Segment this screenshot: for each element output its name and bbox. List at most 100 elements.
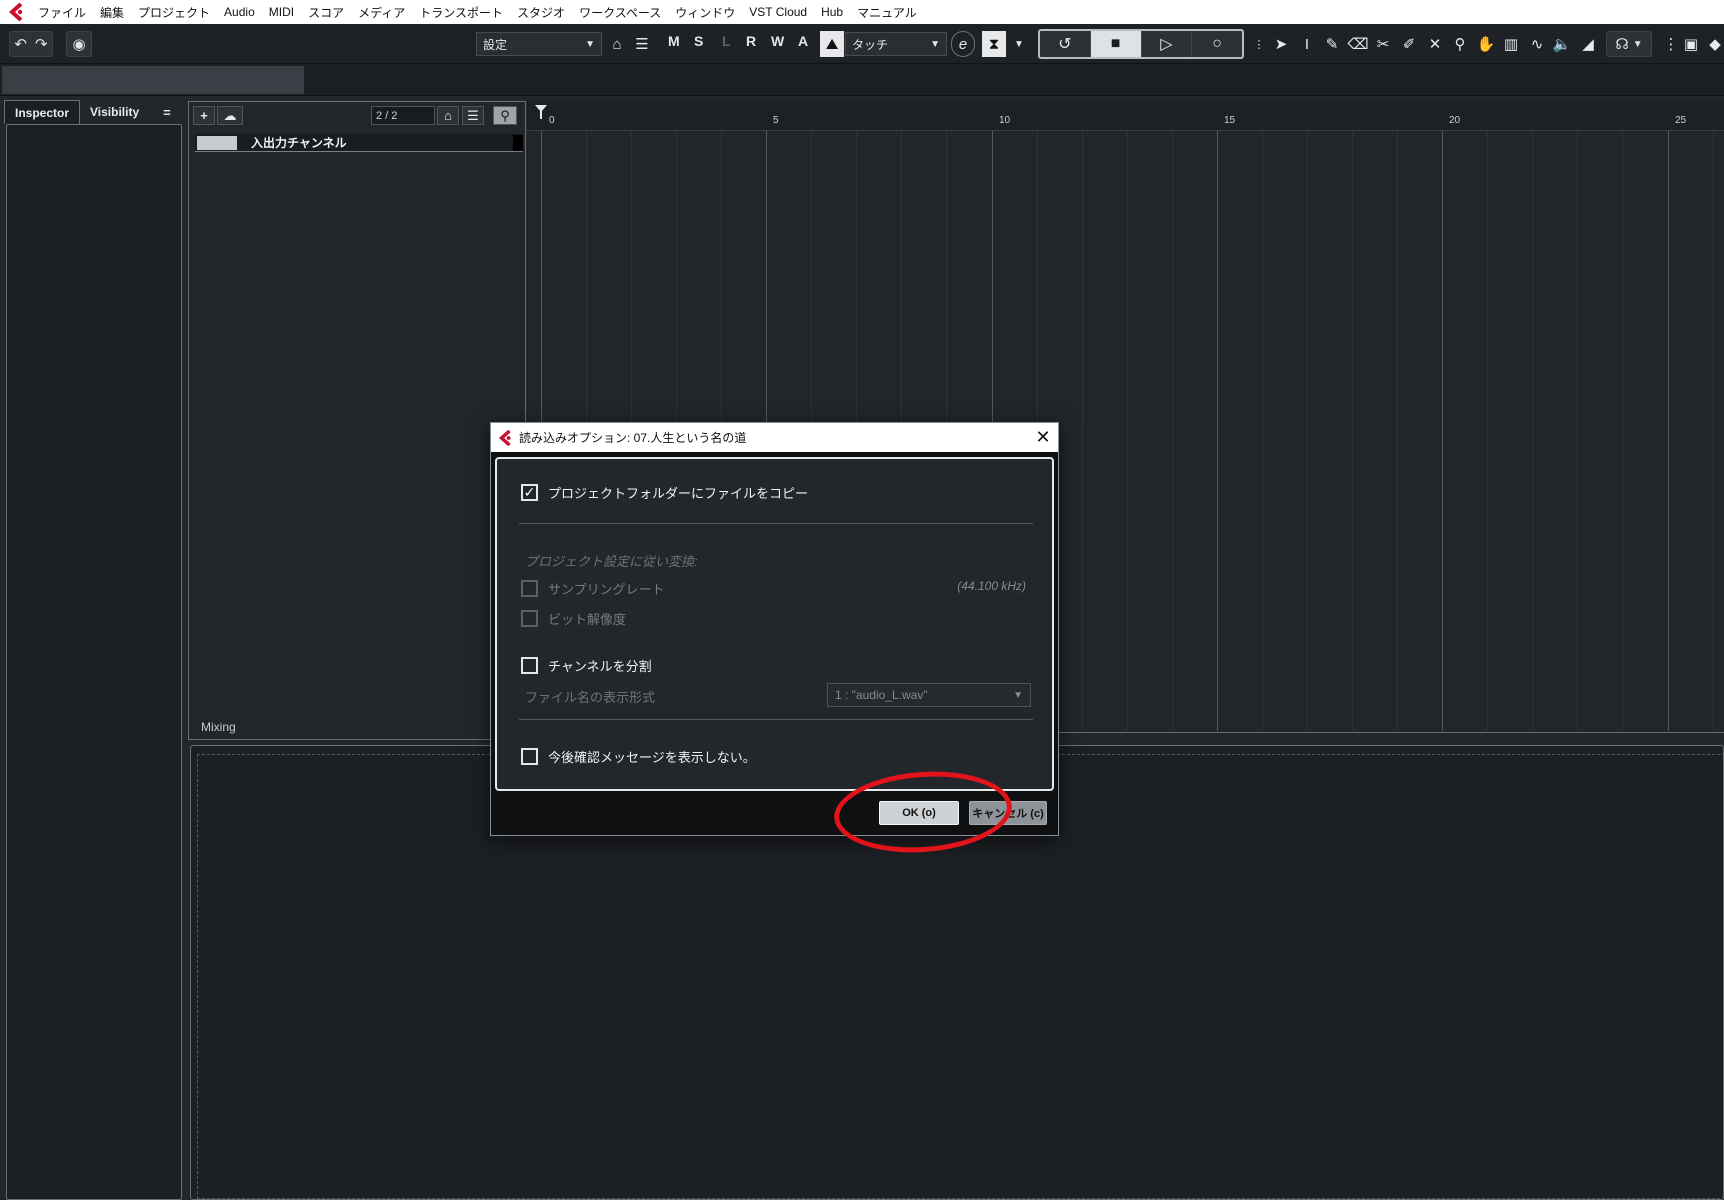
menu-audio[interactable]: Audio — [224, 5, 255, 19]
dont-show-checkbox[interactable] — [521, 748, 538, 765]
toolbar-grip-icon: ⋮ — [1253, 38, 1265, 51]
menu-media[interactable]: メディア — [358, 4, 405, 21]
grid-line — [1307, 131, 1308, 731]
menu-hub[interactable]: Hub — [821, 5, 843, 19]
chevron-down-icon: ▼ — [585, 38, 595, 50]
ruler-label: 5 — [773, 115, 779, 126]
menu-window[interactable]: ウィンドウ — [675, 4, 735, 21]
menu-studio[interactable]: スタジオ — [517, 4, 565, 21]
sample-rate-label: サンプリングレート — [548, 582, 665, 597]
automation-button[interactable]: A — [798, 33, 808, 49]
menu-vst-cloud[interactable]: VST Cloud — [749, 5, 807, 19]
undo-icon[interactable]: ↶ — [14, 35, 27, 53]
track-list-button[interactable]: ☰ — [462, 106, 484, 125]
automation-panel-icon[interactable]: e — [951, 31, 975, 57]
search-icon: ⚲ — [500, 107, 510, 123]
close-icon[interactable]: ✕ — [1028, 423, 1058, 452]
cursor-marker-icon[interactable] — [535, 105, 547, 119]
window-layout-icon[interactable]: ▣ — [1680, 33, 1702, 55]
listen-button[interactable]: L — [722, 33, 731, 49]
copy-files-checkbox[interactable]: ✓ — [521, 484, 538, 501]
comp-icon[interactable]: ▥ — [1500, 33, 1522, 55]
automation-mode-select[interactable]: タッチ ▼ — [845, 32, 947, 56]
chevron-down-icon[interactable]: ▼ — [1010, 31, 1028, 57]
split-channels-option[interactable]: チャンネルを分割 — [521, 656, 652, 675]
grid-line — [1127, 131, 1128, 731]
menu-midi[interactable]: MIDI — [269, 5, 294, 19]
solo-button[interactable]: S — [694, 33, 703, 49]
grid-line — [1713, 131, 1714, 731]
color-icon[interactable]: ◢ — [1577, 33, 1599, 55]
grid-line — [1397, 131, 1398, 731]
hand-icon[interactable]: ✋ — [1475, 33, 1497, 55]
filename-format-select: 1 : "audio_L.wav" ▼ — [827, 683, 1031, 707]
grid-line — [1442, 131, 1443, 731]
toolbar: ↶ ↷ ◉ 設定 ▼ ⌂ ☰ M S L R W A ⛰ タッチ ▼ e ⧗ ▼… — [0, 24, 1724, 64]
range-selection-icon[interactable]: I — [1296, 33, 1318, 55]
chevron-left-icon[interactable]: ◆ — [1704, 33, 1724, 55]
cubase-logo-icon[interactable] — [6, 1, 28, 23]
play-tool-icon[interactable]: 🔈 — [1551, 33, 1573, 55]
bit-depth-label: ビット解像度 — [548, 612, 627, 627]
time-warp-icon[interactable]: ∿ — [1526, 33, 1548, 55]
transport-controls: ↺ ■ ▷ ○ — [1038, 29, 1244, 59]
automation-mode-value: タッチ — [852, 37, 889, 52]
snap-group[interactable]: ☊ ▼ — [1606, 31, 1652, 57]
copy-files-option[interactable]: ✓ プロジェクトフォルダーにファイルをコピー — [521, 483, 808, 502]
grid-line — [1172, 131, 1173, 731]
track-color-strip — [513, 134, 523, 151]
cloud-icon: ☁ — [223, 107, 237, 123]
undo-redo-group: ↶ ↷ — [9, 31, 53, 57]
automation-mode-icon[interactable]: ⛰ — [820, 31, 844, 57]
menu-workspace[interactable]: ワークスペース — [579, 4, 661, 21]
bit-depth-checkbox — [521, 610, 538, 627]
grid-line — [1487, 131, 1488, 731]
menu-project[interactable]: プロジェクト — [138, 4, 210, 21]
redo-icon[interactable]: ↷ — [35, 35, 48, 53]
track-search-button[interactable]: ⚲ — [493, 106, 517, 125]
stop-button[interactable]: ■ — [1090, 31, 1142, 57]
sample-rate-option: サンプリングレート — [521, 579, 665, 598]
menu-icon[interactable]: = — [163, 105, 171, 120]
in-window-icon[interactable]: ⌂ — [606, 31, 628, 57]
menu-score[interactable]: スコア — [308, 4, 344, 21]
split-channels-checkbox[interactable] — [521, 657, 538, 674]
read-button[interactable]: R — [746, 33, 756, 49]
grid-line — [1532, 131, 1533, 731]
toolbar-preset-select[interactable]: 設定 ▼ — [476, 32, 602, 56]
menu-manual[interactable]: マニュアル — [857, 4, 917, 21]
tab-visibility[interactable]: Visibility — [80, 100, 149, 124]
track-row[interactable]: 入出力チャンネル — [195, 134, 523, 152]
grid-line — [1262, 131, 1263, 731]
menu-file[interactable]: ファイル — [38, 4, 86, 21]
split-icon[interactable]: ✂ — [1372, 33, 1394, 55]
punch-icon[interactable]: ⧗ — [982, 31, 1006, 57]
object-selection-icon[interactable]: ➤ — [1270, 33, 1292, 55]
tab-inspector[interactable]: Inspector — [4, 100, 81, 124]
add-track-cloud-button[interactable]: ☁ — [217, 106, 243, 125]
erase-icon[interactable]: ⌫ — [1347, 33, 1369, 55]
record-button[interactable]: ○ — [1192, 31, 1242, 57]
menu-transport[interactable]: トランスポート — [419, 4, 503, 21]
cycle-button[interactable]: ↺ — [1040, 31, 1091, 57]
add-track-button[interactable]: + — [193, 106, 215, 125]
dont-show-option[interactable]: 今後確認メッセージを表示しない。 — [521, 747, 756, 766]
list-icon: ☰ — [467, 107, 479, 123]
track-count: 2 / 2 — [371, 106, 435, 125]
mute-button[interactable]: M — [668, 33, 680, 49]
ruler[interactable]: 0 5 10 15 20 25 — [527, 101, 1724, 131]
mute-tool-icon[interactable]: ✕ — [1424, 33, 1446, 55]
divider — [519, 719, 1033, 720]
constrain-delay-button[interactable]: ◉ — [66, 31, 92, 57]
grid-line — [1577, 131, 1578, 731]
menu-bar: ファイル 編集 プロジェクト Audio MIDI スコア メディア トランスポ… — [0, 0, 1724, 24]
zoom-icon[interactable]: ⚲ — [1449, 33, 1471, 55]
status-line — [0, 64, 1724, 96]
track-home-button[interactable]: ⌂ — [437, 106, 459, 125]
play-button[interactable]: ▷ — [1142, 31, 1193, 57]
write-button[interactable]: W — [771, 33, 784, 49]
draw-icon[interactable]: ✎ — [1321, 33, 1343, 55]
menu-edit[interactable]: 編集 — [100, 4, 124, 21]
glue-icon[interactable]: ✐ — [1398, 33, 1420, 55]
list-icon[interactable]: ☰ — [631, 31, 653, 57]
